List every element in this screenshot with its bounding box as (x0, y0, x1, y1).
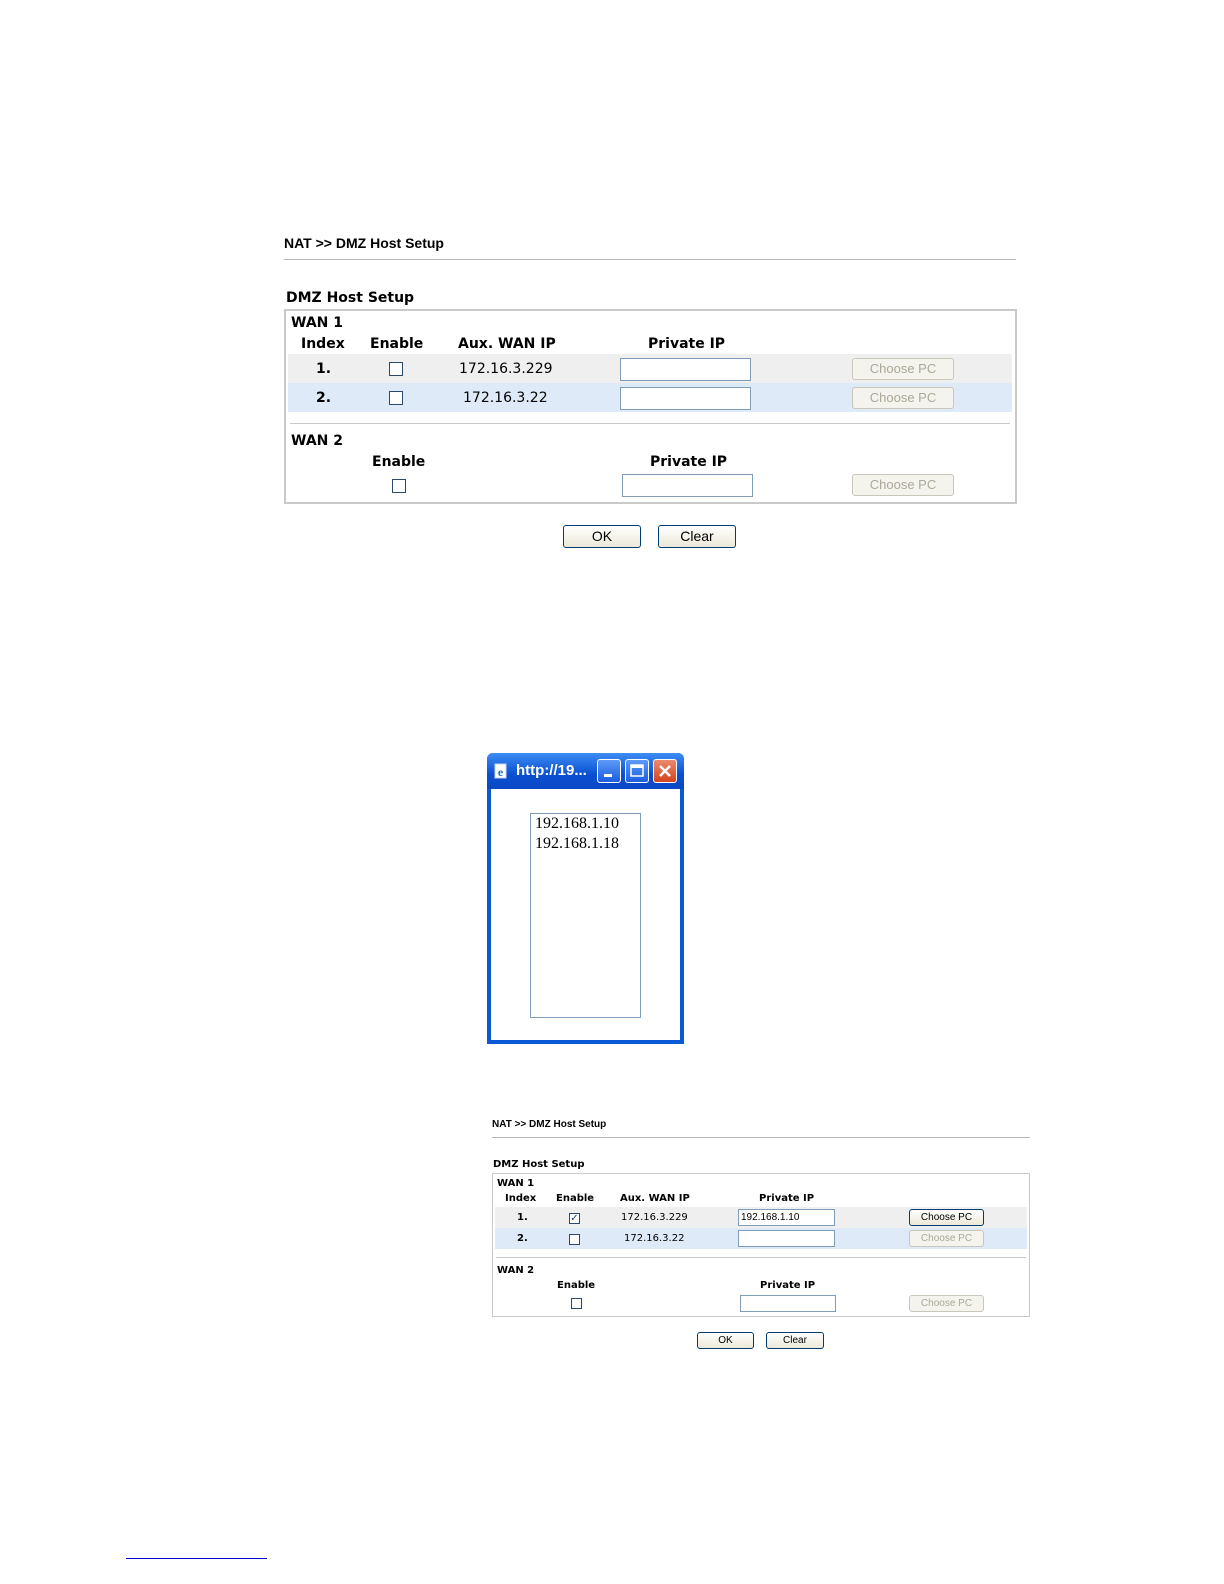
header-enable: Enable (557, 1280, 596, 1291)
minimize-icon (604, 774, 612, 777)
header-enable: Enable (556, 1193, 595, 1204)
header-enable: Enable (372, 454, 426, 470)
private-ip-input[interactable] (620, 358, 751, 381)
header-private-ip: Private IP (759, 1193, 815, 1204)
divider (290, 423, 1010, 424)
choose-pc-button[interactable]: Choose PC (909, 1295, 984, 1312)
maximize-icon (630, 764, 644, 777)
ok-button[interactable]: OK (697, 1332, 754, 1349)
choose-pc-button[interactable]: Choose PC (909, 1209, 984, 1226)
choose-pc-button[interactable]: Choose PC (909, 1230, 984, 1247)
enable-checkbox[interactable] (389, 391, 403, 405)
row-index: 2. (316, 390, 332, 406)
footnote-rule (126, 1558, 267, 1559)
checkmark-icon (570, 1235, 579, 1244)
enable-checkbox[interactable]: ✓ (569, 1213, 580, 1224)
row-index: 1. (517, 1212, 528, 1223)
enable-checkbox[interactable] (569, 1234, 580, 1245)
list-item[interactable]: 192.168.1.18 (531, 834, 640, 854)
title-bar: e http://19... (487, 753, 684, 789)
pc-ip-listbox[interactable]: 192.168.1.10 192.168.1.18 (530, 813, 641, 1018)
aux-wan-ip: 172.16.3.229 (459, 361, 553, 377)
private-ip-input[interactable] (740, 1295, 836, 1312)
header-enable: Enable (370, 336, 424, 352)
checkmark-icon (572, 1299, 581, 1308)
checkmark-icon (390, 392, 402, 404)
choose-pc-button[interactable]: Choose PC (852, 474, 954, 496)
wan2-enable-checkbox[interactable] (392, 479, 406, 493)
wan1-label: WAN 1 (497, 1178, 535, 1189)
checkmark-icon (393, 480, 405, 492)
divider (496, 1257, 1026, 1258)
minimize-button[interactable] (597, 759, 621, 783)
svg-text:e: e (498, 765, 504, 779)
ie-page-icon: e (493, 763, 509, 779)
header-aux-wan-ip: Aux. WAN IP (620, 1193, 690, 1204)
choose-pc-button[interactable]: Choose PC (852, 358, 954, 380)
private-ip-input[interactable] (738, 1230, 835, 1247)
private-ip-input[interactable] (620, 387, 751, 410)
aux-wan-ip: 172.16.3.22 (624, 1233, 685, 1244)
breadcrumb: NAT >> DMZ Host Setup (492, 1119, 607, 1130)
checkmark-icon: ✓ (570, 1213, 579, 1224)
wan2-enable-checkbox[interactable] (571, 1298, 582, 1309)
enable-checkbox[interactable] (389, 362, 403, 376)
header-index: Index (301, 336, 345, 352)
clear-button[interactable]: Clear (766, 1332, 824, 1349)
private-ip-input[interactable]: 192.168.1.10 (738, 1209, 835, 1226)
breadcrumb: NAT >> DMZ Host Setup (284, 235, 444, 251)
divider (492, 1137, 1030, 1138)
checkmark-icon (390, 363, 402, 375)
choose-pc-popup-window: e http://19... 192.168.1.10 192.168.1.18 (487, 753, 684, 1044)
window-title: http://19... (516, 762, 587, 779)
header-private-ip: Private IP (760, 1280, 816, 1291)
divider (284, 259, 1016, 260)
choose-pc-button[interactable]: Choose PC (852, 387, 954, 409)
popup-body: 192.168.1.10 192.168.1.18 (491, 789, 680, 1040)
close-button[interactable] (653, 759, 677, 783)
maximize-button[interactable] (625, 759, 649, 783)
header-aux-wan-ip: Aux. WAN IP (458, 336, 556, 352)
aux-wan-ip: 172.16.3.22 (463, 390, 548, 406)
wan2-label: WAN 2 (291, 433, 343, 449)
header-private-ip: Private IP (650, 454, 728, 470)
private-ip-input[interactable] (622, 474, 753, 497)
wan1-label: WAN 1 (291, 315, 343, 331)
row-index: 1. (316, 361, 332, 377)
header-index: Index (505, 1193, 537, 1204)
row-index: 2. (517, 1233, 528, 1244)
ok-button[interactable]: OK (563, 525, 641, 548)
section-title: DMZ Host Setup (286, 290, 415, 306)
list-item[interactable]: 192.168.1.10 (531, 814, 640, 834)
section-title: DMZ Host Setup (493, 1159, 585, 1170)
clear-button[interactable]: Clear (658, 525, 736, 548)
close-icon (659, 765, 671, 777)
aux-wan-ip: 172.16.3.229 (621, 1212, 688, 1223)
wan2-label: WAN 2 (497, 1265, 535, 1276)
header-private-ip: Private IP (648, 336, 726, 352)
